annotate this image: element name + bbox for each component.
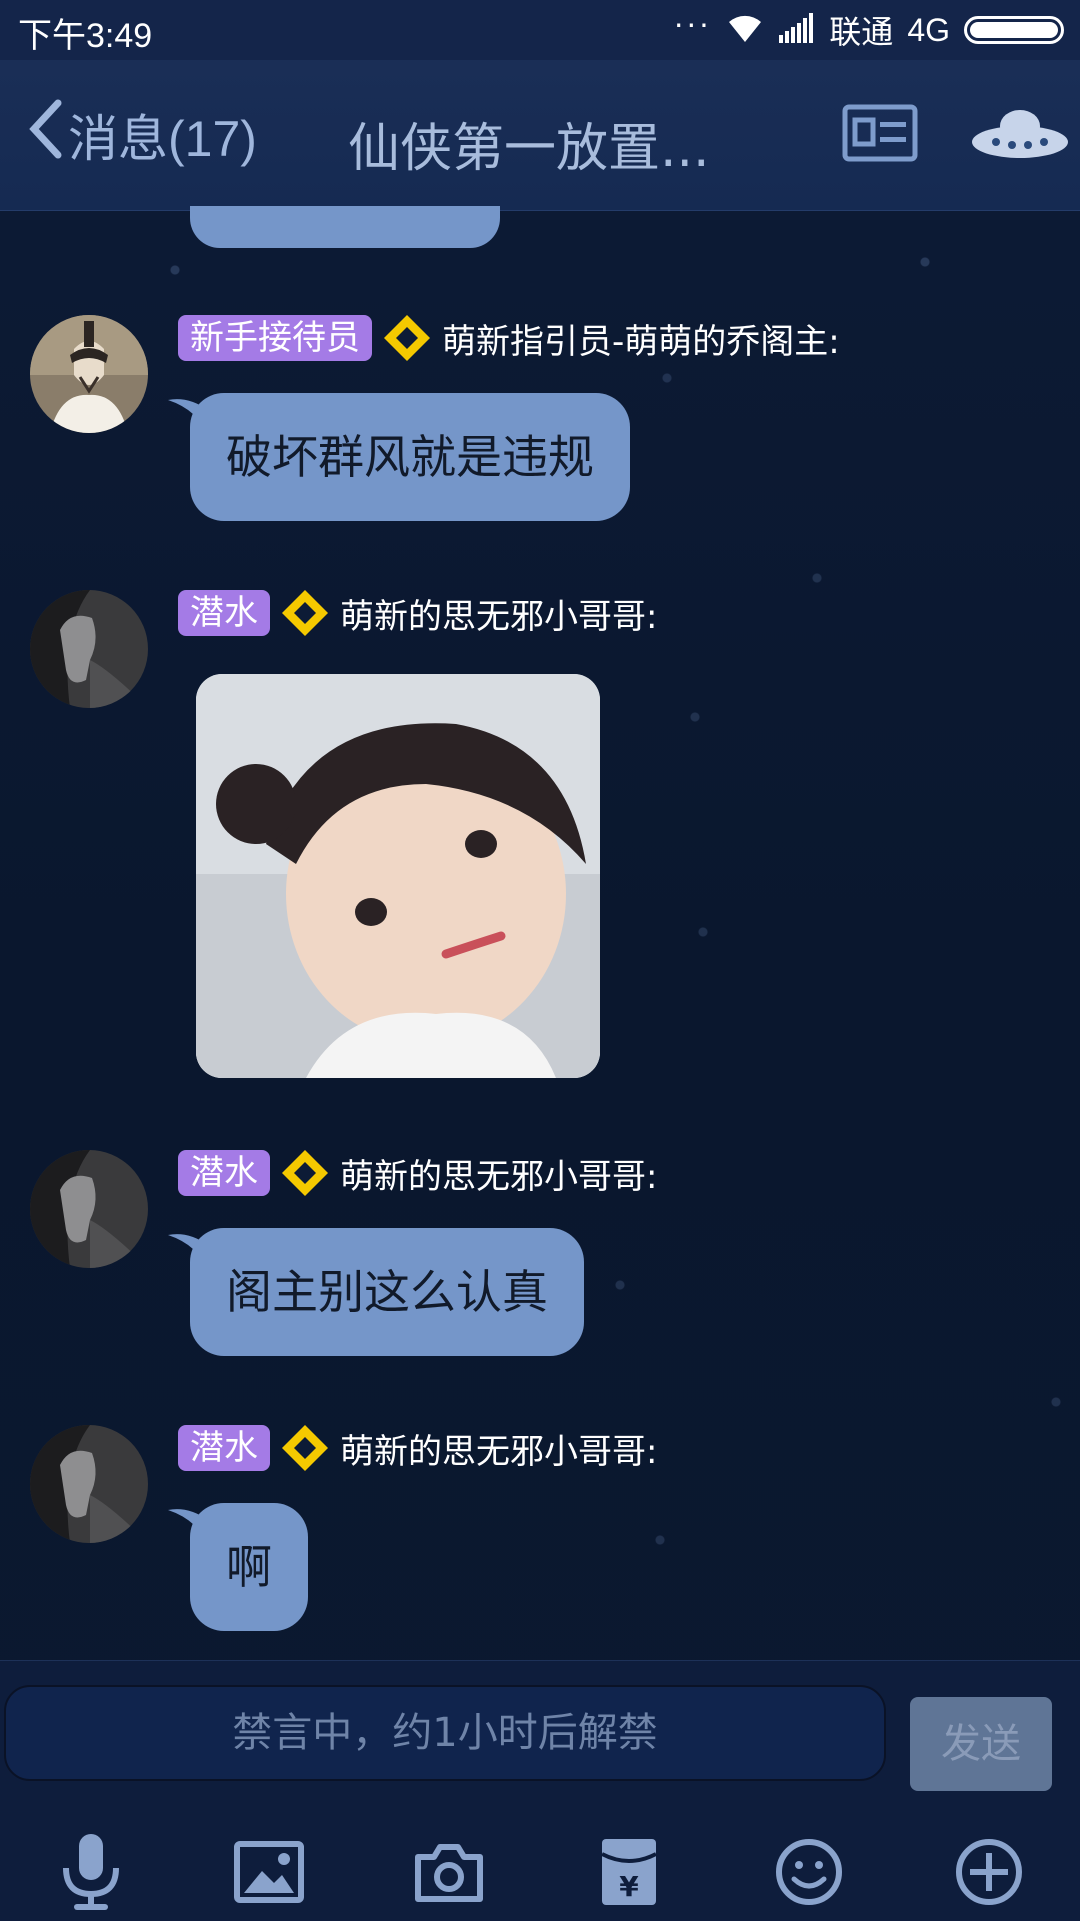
wifi-icon [725, 12, 765, 49]
image-message[interactable] [196, 674, 600, 1078]
back-button[interactable]: 消息(17) [28, 99, 257, 171]
ufo-icon[interactable] [970, 104, 1070, 168]
red-packet-icon[interactable]: ¥ [584, 1827, 674, 1917]
svg-text:¥: ¥ [619, 1870, 639, 1903]
sender-name[interactable]: 萌新的思无邪小哥哥: [340, 1424, 657, 1473]
diamond-icon [282, 1150, 328, 1196]
avatar[interactable] [30, 1425, 148, 1543]
send-button[interactable]: 发送 [910, 1697, 1052, 1791]
group-title[interactable]: 仙侠第一放置... [348, 106, 710, 181]
back-label: 消息(17) [68, 111, 257, 167]
message-input[interactable]: 禁言中，约1小时后解禁 [4, 1685, 886, 1781]
sender-name[interactable]: 萌新指引员-萌萌的乔阁主: [442, 314, 840, 363]
plus-icon[interactable] [944, 1827, 1034, 1917]
message-bubble[interactable]: 破坏群风就是违规 [190, 393, 630, 521]
diamond-icon [282, 590, 328, 636]
avatar[interactable] [30, 1150, 148, 1268]
battery-icon [964, 16, 1064, 44]
network-type: 4G [907, 11, 950, 48]
avatar[interactable] [30, 590, 148, 708]
member-title-badge: 潜水 [178, 1425, 270, 1471]
message-meta: 潜水 萌新的思无邪小哥哥: [178, 1149, 657, 1197]
chat-header: 消息(17) 仙侠第一放置... [0, 60, 1080, 211]
previous-message-bubble[interactable] [190, 206, 500, 248]
member-title-badge: 潜水 [178, 1150, 270, 1196]
sender-name[interactable]: 萌新的思无邪小哥哥: [340, 1149, 657, 1198]
more-dots-icon: ··· [673, 5, 712, 41]
signal-icon [779, 12, 815, 48]
message-bubble[interactable]: 阁主别这么认真 [190, 1228, 584, 1356]
message-bubble[interactable]: 啊 [190, 1503, 308, 1631]
camera-icon[interactable] [404, 1827, 494, 1917]
group-profile-card-icon[interactable] [842, 104, 918, 166]
sender-name[interactable]: 萌新的思无邪小哥哥: [340, 589, 657, 638]
member-title-badge: 潜水 [178, 590, 270, 636]
input-area: 禁言中，约1小时后解禁 发送 ¥ [0, 1660, 1080, 1921]
chevron-left-icon [28, 99, 64, 171]
emoji-icon[interactable] [764, 1827, 854, 1917]
carrier-name: 联通 [829, 14, 894, 50]
diamond-icon [384, 315, 430, 361]
image-icon[interactable] [224, 1827, 314, 1917]
message-meta: 新手接待员 萌新指引员-萌萌的乔阁主: [178, 314, 840, 362]
status-time: 下午3:49 [18, 17, 153, 55]
message-meta: 潜水 萌新的思无邪小哥哥: [178, 1424, 657, 1472]
member-title-badge: 新手接待员 [178, 315, 372, 361]
diamond-icon [282, 1425, 328, 1471]
status-indicators: ··· 联通 4G [673, 5, 1064, 52]
input-toolbar: ¥ [0, 1827, 1080, 1917]
microphone-icon[interactable] [46, 1827, 136, 1917]
status-bar: 下午3:49 ··· 联通 4G [0, 0, 1080, 60]
message-meta: 潜水 萌新的思无邪小哥哥: [178, 589, 657, 637]
avatar[interactable] [30, 315, 148, 433]
